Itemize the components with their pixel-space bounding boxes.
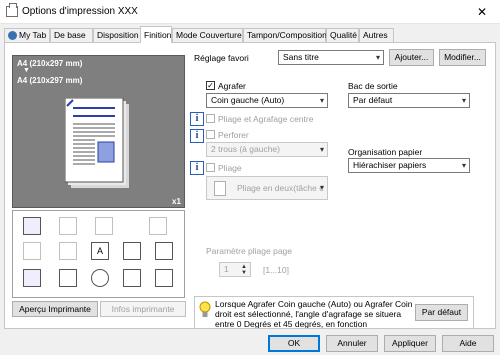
- page-preview-image: [65, 98, 129, 188]
- page-preview: A4 (210x297 mm) ▼ A4 (210x297 mm) x1: [12, 55, 185, 208]
- fold-select[interactable]: Pliage en deux(tâche c ▾: [206, 176, 328, 200]
- reset-default-button[interactable]: Par défaut: [415, 304, 468, 321]
- add-favorite-button[interactable]: Ajouter...: [389, 49, 434, 66]
- info-icon[interactable]: i: [190, 112, 204, 126]
- report-function-icon[interactable]: [155, 242, 173, 260]
- close-button[interactable]: ✕: [470, 3, 494, 21]
- chevron-down-icon: ▾: [319, 96, 324, 105]
- punch-function-icon[interactable]: [23, 242, 41, 260]
- staple-function-icon[interactable]: [23, 217, 41, 235]
- arrow-down-icon: ▼: [23, 67, 30, 74]
- favorite-select[interactable]: Sans titre ▾: [278, 50, 384, 65]
- info-icon[interactable]: i: [190, 161, 204, 175]
- cover-function-icon[interactable]: [149, 217, 167, 235]
- chevron-down-icon: ▾: [319, 183, 324, 192]
- tab-my-tab[interactable]: My Tab: [4, 28, 50, 43]
- tab-disposition[interactable]: Disposition: [93, 28, 141, 43]
- paper-size-output: A4 (210x297 mm): [17, 76, 83, 85]
- chevron-down-icon: ▾: [375, 53, 380, 62]
- copies-count: x1: [172, 197, 181, 206]
- chevron-down-icon: ▾: [461, 96, 466, 105]
- staple-position-select[interactable]: Coin gauche (Auto) ▾: [206, 93, 328, 108]
- output-tray-select[interactable]: Par défaut ▾: [348, 93, 470, 108]
- tab-tampon-composition[interactable]: Tampon/Composition: [243, 28, 327, 43]
- chevron-down-icon: ▾: [319, 145, 324, 154]
- lightbulb-icon: [199, 301, 211, 317]
- stamp-function-icon[interactable]: [59, 269, 77, 287]
- grid-function-icon[interactable]: [123, 269, 141, 287]
- cancel-button[interactable]: Annuler: [326, 335, 378, 352]
- fold-param-range: [1...10]: [263, 265, 289, 275]
- tab-autres[interactable]: Autres: [359, 28, 394, 43]
- spinner-arrows-icon: ▲ ▼: [241, 264, 247, 276]
- paper-arrangement-label: Organisation papier: [348, 147, 423, 157]
- fold-param-label: Paramètre pliage page: [206, 246, 293, 256]
- user-icon: [8, 31, 17, 40]
- user-function-icon[interactable]: [91, 269, 109, 287]
- document-function-icon[interactable]: [123, 242, 141, 260]
- function-icon-grid: A: [12, 210, 185, 298]
- punch-select[interactable]: 2 trous (à gauche) ▾: [206, 142, 328, 157]
- title-bar: Options d'impression XXX ✕: [0, 0, 500, 24]
- page-function-icon[interactable]: [23, 269, 41, 287]
- tab-finition[interactable]: Finition: [140, 26, 172, 43]
- tab-mode-couverture[interactable]: Mode Couverture: [172, 28, 243, 43]
- favorite-label: Réglage favori: [194, 53, 249, 63]
- help-message-text: Lorsque Agrafer Coin gauche (Auto) ou Ag…: [215, 299, 413, 329]
- staple-checkbox[interactable]: ✓: [206, 81, 215, 90]
- watermark-function-icon[interactable]: [155, 269, 173, 287]
- tab-de-base[interactable]: De base: [50, 28, 93, 43]
- fold-staple-label: Pliage et Agrafage centre: [218, 114, 314, 124]
- window-title: Options d'impression XXX: [22, 6, 138, 17]
- ok-button[interactable]: OK: [268, 335, 320, 352]
- fold-icon: [214, 181, 226, 196]
- apply-button[interactable]: Appliquer: [384, 335, 436, 352]
- layout-function-icon[interactable]: [59, 242, 77, 260]
- staple-label: Agrafer: [218, 81, 246, 91]
- chevron-down-icon: ▾: [461, 161, 466, 170]
- output-tray-label: Bac de sortie: [348, 81, 398, 91]
- tab-qualite[interactable]: Qualité: [326, 28, 359, 43]
- info-icon[interactable]: i: [190, 129, 204, 143]
- booklet-function-icon[interactable]: [95, 217, 113, 235]
- fold-param-spinner[interactable]: 1 ▲ ▼: [219, 262, 251, 277]
- printer-preview-button[interactable]: Aperçu Imprimante: [12, 301, 98, 317]
- punch-checkbox[interactable]: [206, 130, 215, 139]
- printer-icon: [6, 3, 18, 17]
- fold-label: Pliage: [218, 163, 242, 173]
- fold-staple-checkbox[interactable]: [206, 114, 215, 123]
- paper-arrangement-select[interactable]: Hiérachiser papiers ▾: [348, 158, 470, 173]
- punch-label: Perforer: [218, 130, 249, 140]
- printer-info-button[interactable]: Infos imprimante: [100, 301, 186, 317]
- modify-favorite-button[interactable]: Modifier...: [439, 49, 486, 66]
- help-button[interactable]: Aide: [442, 335, 494, 352]
- fold-checkbox[interactable]: [206, 163, 215, 172]
- text-function-icon[interactable]: A: [91, 242, 109, 260]
- fold-function-icon[interactable]: [59, 217, 77, 235]
